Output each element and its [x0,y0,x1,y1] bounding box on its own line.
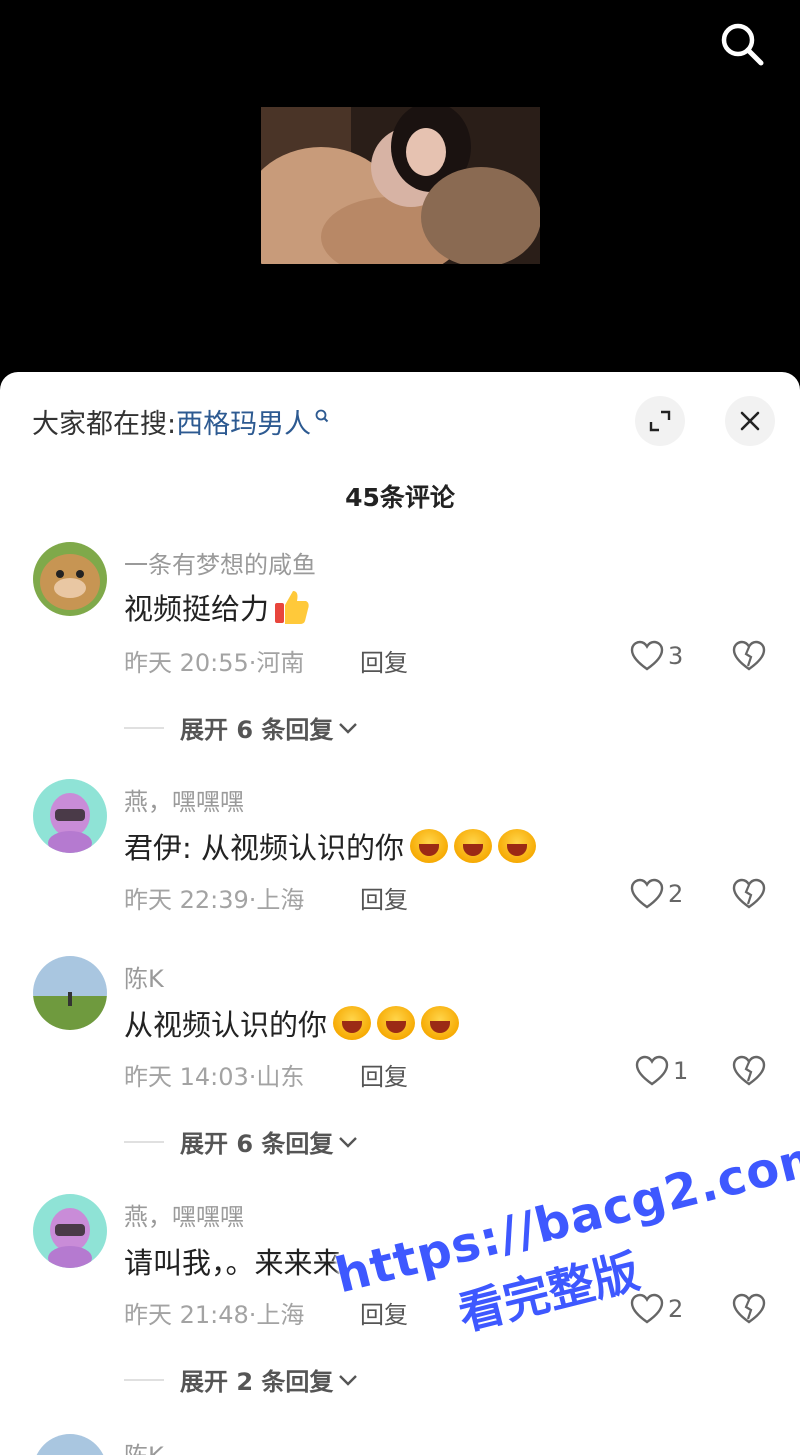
comment-location: 上海 [256,1301,305,1329]
comment-count-title: 45条评论 [345,483,455,512]
expand-replies-button[interactable]: 展开 6 条回复 [124,1124,359,1159]
comment-meta: 昨天 14:03·山东 [124,1057,304,1092]
comment-text: 君伊: 从视频认识的你 [124,825,536,867]
comment-text-content: 君伊: 从视频认识的你 [124,831,404,865]
comment-item: 一条有梦想的咸鱼 视频挺给力 昨天 20:55·河南 回复 3 展开 6 条回复 [0,540,800,744]
expand-replies-label: 展开 6 条回复 [180,1130,334,1158]
hot-search-bar: 大家都在搜:西格玛男人 [32,402,330,441]
comment-time: 昨天 22:39· [124,886,257,914]
heart-icon [630,878,664,909]
comment-text-content: 视频挺给力 [124,592,270,626]
expand-replies-label: 展开 6 条回复 [180,716,334,744]
comment-location: 山东 [256,1063,305,1091]
laughing-emoji-icon [410,829,448,863]
laughing-emoji-icon [421,1006,460,1040]
fullscreen-button[interactable] [635,396,685,446]
comment-username[interactable]: 燕，嘿嘿嘿 [124,782,244,817]
expand-replies-button[interactable]: 展开 6 条回复 [124,710,359,745]
close-button[interactable] [725,396,775,446]
reply-button[interactable]: 回复 [360,880,408,915]
comment-username[interactable]: 一条有梦想的咸鱼 [124,545,316,580]
comment-username[interactable]: 陈K [124,959,164,994]
dislike-button[interactable] [732,1055,766,1091]
reply-button[interactable]: 回复 [360,1057,408,1092]
heart-icon [635,1055,669,1086]
dislike-button[interactable] [732,640,766,676]
divider-line [124,1140,164,1143]
broken-heart-icon [732,878,766,909]
hot-search-keyword[interactable]: 西格玛男人 [176,409,311,440]
like-count: 1 [673,1057,689,1085]
hot-search-prefix: 大家都在搜: [32,409,177,440]
chevron-down-icon [339,1136,358,1148]
comment-text-content: 从视频认识的你 [124,1008,328,1042]
heart-icon [630,640,664,671]
comment-location: 上海 [256,886,305,914]
avatar[interactable] [33,956,107,1030]
broken-heart-icon [732,1055,766,1086]
search-small-icon [314,402,330,433]
avatar[interactable] [33,542,107,616]
avatar[interactable] [33,779,107,853]
comment-text: 视频挺给力 [124,586,311,628]
comment-item: 陈K 从视频认识的你 昨天 14:03·山东 回复 1 展开 6 条回复 [0,954,800,1158]
laughing-emoji-icon [454,829,492,863]
comment-time: 昨天 20:55· [124,649,257,677]
laughing-emoji-icon [333,1006,372,1040]
dislike-button[interactable] [732,878,766,914]
comment-location: 河南 [256,649,305,677]
avatar[interactable] [33,1194,107,1268]
chevron-down-icon [339,722,358,734]
video-area[interactable] [0,0,800,380]
expand-replies-label: 展开 2 条回复 [180,1368,334,1396]
comment-meta: 昨天 21:48·上海 [124,1295,304,1330]
like-count: 2 [668,880,684,908]
chevron-down-icon [339,1374,358,1386]
expand-replies-button[interactable]: 展开 2 条回复 [124,1362,359,1397]
laughing-emoji-icon [498,829,536,863]
like-button[interactable]: 2 [630,878,683,910]
like-button[interactable]: 1 [635,1055,688,1087]
close-icon [740,411,760,431]
comment-item: 陈K [0,1430,800,1455]
comment-text: 从视频认识的你 [124,1002,460,1044]
comment-time: 昨天 21:48· [124,1301,257,1329]
search-button[interactable] [716,18,768,70]
comment-time: 昨天 14:03· [124,1063,257,1091]
comment-text: 请叫我，。来来来 [124,1240,342,1282]
avatar[interactable] [33,1434,107,1455]
comment-username[interactable]: 陈K [124,1436,164,1455]
comment-item: 燕，嘿嘿嘿 君伊: 从视频认识的你 昨天 22:39·上海 回复 2 [0,777,800,927]
comment-meta: 昨天 20:55·河南 [124,643,304,678]
comment-username[interactable]: 燕，嘿嘿嘿 [124,1197,244,1232]
divider-line [124,1378,164,1381]
reply-button[interactable]: 回复 [360,643,408,678]
comment-text-content: 请叫我，。来来来 [124,1246,342,1280]
video-thumbnail[interactable] [261,107,540,264]
like-button[interactable]: 3 [630,640,683,672]
laughing-emoji-icon [377,1006,416,1040]
divider-line [124,726,164,729]
broken-heart-icon [732,640,766,671]
expand-icon [649,410,671,432]
thumbs-up-emoji-icon [273,587,311,627]
search-icon [721,23,764,66]
like-count: 3 [668,642,684,670]
comment-meta: 昨天 22:39·上海 [124,880,304,915]
